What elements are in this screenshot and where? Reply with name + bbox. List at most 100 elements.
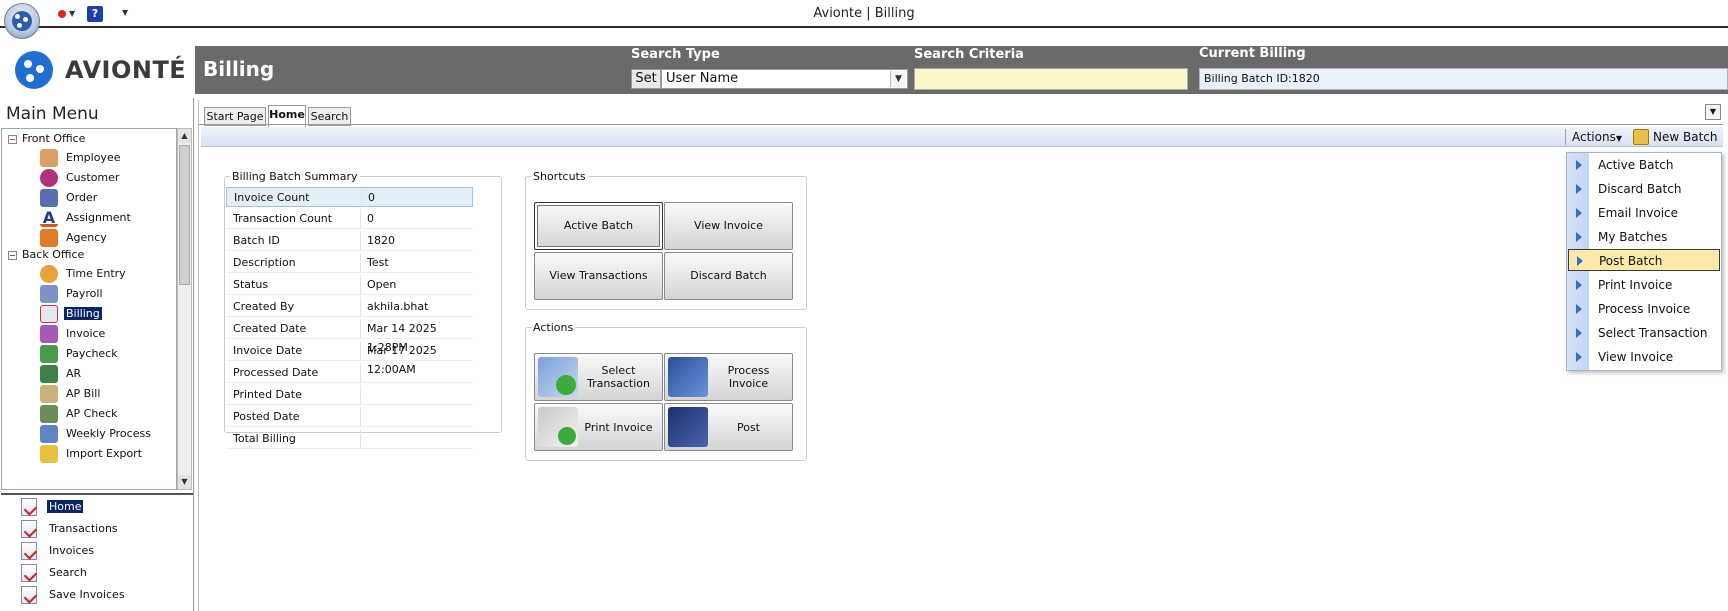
weekly-process-icon [40,425,58,443]
current-billing-label: Current Billing [1199,46,1306,61]
page-icon [21,564,37,582]
import-export-icon [40,445,58,463]
order-icon [40,189,58,207]
search-criteria-input[interactable] [914,68,1188,90]
avionte-logo-icon [15,51,53,89]
summary-row[interactable]: Created Date Mar 14 2025 1:28PM [226,319,473,354]
active-batch-button[interactable]: Active Batch [534,202,663,250]
process-invoice-button[interactable]: Process Invoice [664,353,793,401]
summary-title: Billing Batch Summary [232,170,358,183]
check-icon [40,405,58,423]
toolbar: Actions▼ New Batch [201,127,1723,147]
actions-title: Actions [533,321,574,334]
collapse-icon[interactable]: − [8,250,17,260]
menu-item-discard-batch[interactable]: Discard Batch [1568,178,1720,200]
menu-item-select-transaction[interactable]: Select Transaction [1568,322,1720,344]
arrow-right-icon [1576,328,1582,338]
scroll-up-icon[interactable]: ▲ [178,129,191,143]
arrow-right-icon [1576,304,1582,314]
navigation-tree: − Front Office Employee Customer Order A … [1,128,177,490]
new-batch-button[interactable]: New Batch [1629,129,1723,145]
bill-icon [40,385,58,403]
summary-row[interactable]: Batch ID 1820 [226,231,473,251]
arrow-right-icon [1576,232,1582,242]
paycheck-icon [40,345,58,363]
view-transactions-button[interactable]: View Transactions [534,252,663,300]
orb-logo-icon [12,11,32,31]
search-type-value: User Name [666,71,739,86]
tree-node-front-office[interactable]: − Front Office [8,132,85,145]
menu-item-post-batch[interactable]: Post Batch [1568,249,1720,271]
clock-icon [40,265,58,283]
billing-icon [40,305,58,323]
app-window: ▼ ? ▼ Avionte | Billing Billing Search T… [0,0,1728,611]
application-menu-button[interactable] [4,3,40,39]
menu-item-active-batch[interactable]: Active Batch [1568,154,1720,176]
chevron-down-icon[interactable]: ▼ [890,71,906,87]
summary-row[interactable]: Total Billing [226,429,473,449]
actions-menu-button[interactable]: Actions▼ [1565,129,1622,145]
window-title: Avionte | Billing [813,6,915,21]
ledger-icon [40,365,58,383]
tree-node-back-office[interactable]: − Back Office [8,248,84,261]
content-area: Start Page Home Search ▼ Actions▼ New Ba… [198,100,1728,611]
arrow-right-icon [1576,208,1582,218]
select-transaction-icon [538,357,578,397]
employee-icon [40,149,58,167]
page-icon [21,498,37,516]
collapse-icon[interactable]: − [8,134,17,144]
summary-row[interactable]: Transaction Count 0 [226,209,473,229]
calculator-icon [40,285,58,303]
chevron-down-icon: ▼ [1615,134,1622,143]
page-icon [21,586,37,604]
arrow-right-icon [1576,280,1582,290]
print-invoice-button[interactable]: Print Invoice [534,403,663,451]
summary-row[interactable]: Description Test [226,253,473,273]
search-criteria-label: Search Criteria [914,47,1024,62]
printer-icon [538,407,578,447]
main-menu-title: Main Menu [6,104,99,124]
title-bar: ▼ ? ▼ Avionte | Billing [0,0,1728,28]
play-icon [558,427,576,445]
menu-item-view-invoice[interactable]: View Invoice [1568,346,1720,368]
summary-row[interactable]: Posted Date [226,407,473,427]
set-button[interactable]: Set [631,69,661,89]
select-transaction-button[interactable]: Select Transaction [534,353,663,401]
search-type-label: Search Type [631,47,720,62]
brand-logo: AVIONTÉ [0,46,195,94]
summary-row[interactable]: Invoice Count 0 [226,187,473,208]
summary-row[interactable]: Printed Date [226,385,473,405]
menu-item-email-invoice[interactable]: Email Invoice [1568,202,1720,224]
billing-batch-summary: Billing Batch Summary Invoice Count 0 Tra… [224,170,502,449]
scroll-thumb[interactable] [179,145,190,285]
page-title: Billing [203,57,275,81]
tree-scrollbar[interactable]: ▲ ▼ [177,128,192,490]
assignment-icon: A [40,209,58,227]
menu-item-print-invoice[interactable]: Print Invoice [1568,274,1720,296]
invoice-icon [40,325,58,343]
discard-batch-button[interactable]: Discard Batch [664,252,793,300]
arrow-right-icon [1576,160,1582,170]
page-icon [21,520,37,538]
page-icon [21,542,37,560]
tab-divider [199,124,1723,125]
search-type-select[interactable]: User Name ▼ [661,69,908,89]
arrow-right-icon [1577,256,1583,266]
scroll-down-icon[interactable]: ▼ [178,475,191,489]
view-invoice-button[interactable]: View Invoice [664,202,793,250]
header-band: Billing Search Type Set User Name ▼ Sear… [0,46,1728,94]
floppy-disk-icon [668,407,708,447]
panel-menu-icon[interactable]: ▼ [1705,104,1721,120]
summary-row[interactable]: Status Open [226,275,473,295]
arrow-right-icon [1576,352,1582,362]
arrow-right-icon [1576,184,1582,194]
summary-row[interactable]: Processed Date [226,363,473,383]
menu-item-process-invoice[interactable]: Process Invoice [1568,298,1720,320]
summary-row[interactable]: Invoice Date Mar 17 2025 12:00AM [226,341,473,376]
actions-dropdown-menu: Active Batch Discard Batch Email Invoice… [1566,152,1722,371]
agency-icon [40,229,58,247]
post-button[interactable]: Post [664,403,793,451]
check-icon [556,375,576,395]
menu-item-my-batches[interactable]: My Batches [1568,226,1720,248]
summary-row[interactable]: Created By akhila.bhat [226,297,473,317]
